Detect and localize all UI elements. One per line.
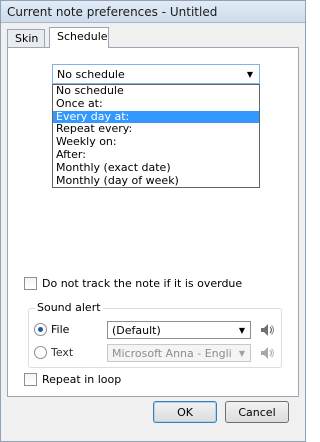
voice-select[interactable]: Microsoft Anna - English ( ▼ (107, 344, 251, 362)
repeat-checkbox-label: Repeat in loop (42, 373, 122, 386)
chevron-down-icon[interactable]: ▼ (241, 65, 259, 83)
tab-schedule[interactable]: Schedule (49, 27, 109, 48)
dropdown-option-after[interactable]: After: (53, 148, 259, 162)
chevron-down-icon[interactable]: ▼ (234, 322, 250, 338)
file-radio-label: File (51, 323, 70, 336)
text-radio-label: Text (51, 346, 74, 359)
schedule-dropdown-list: No schedule Once at: Every day at: Repea… (52, 84, 260, 188)
overdue-checkbox[interactable] (24, 277, 37, 290)
voice-select-value: Microsoft Anna - English ( (112, 347, 232, 360)
dropdown-option-once-at[interactable]: Once at: (53, 97, 259, 111)
dropdown-option-no-schedule[interactable]: No schedule (53, 84, 259, 98)
ok-button[interactable]: OK (153, 401, 217, 423)
repeat-checkbox[interactable] (24, 373, 37, 386)
schedule-panel: No schedule ▼ No schedule Once at: Every… (7, 47, 299, 397)
schedule-select[interactable]: No schedule ▼ (52, 64, 260, 84)
text-radio[interactable] (34, 346, 47, 359)
speaker-icon[interactable] (259, 322, 275, 338)
cancel-button[interactable]: Cancel (225, 401, 289, 423)
speaker-icon[interactable] (259, 345, 275, 361)
overdue-checkbox-label: Do not track the note if it is overdue (42, 277, 243, 290)
dropdown-option-monthly-exact-date[interactable]: Monthly (exact date) (53, 161, 259, 175)
sound-file-value: (Default) (112, 324, 161, 337)
title-bar[interactable]: Current note preferences - Untitled (1, 1, 305, 23)
window-title: Current note preferences - Untitled (7, 5, 218, 19)
sound-alert-title: Sound alert (35, 301, 103, 314)
chevron-down-icon[interactable]: ▼ (234, 345, 250, 361)
dropdown-option-monthly-day-of-week[interactable]: Monthly (day of week) (53, 174, 259, 188)
sound-alert-group: Sound alert File (Default) ▼ Text Micros… (28, 301, 282, 368)
tab-skin[interactable]: Skin (7, 29, 45, 47)
schedule-select-value: No schedule (57, 68, 125, 81)
file-radio[interactable] (34, 323, 47, 336)
preferences-window: Current note preferences - Untitled Skin… (0, 0, 306, 442)
sound-file-select[interactable]: (Default) ▼ (107, 321, 251, 339)
